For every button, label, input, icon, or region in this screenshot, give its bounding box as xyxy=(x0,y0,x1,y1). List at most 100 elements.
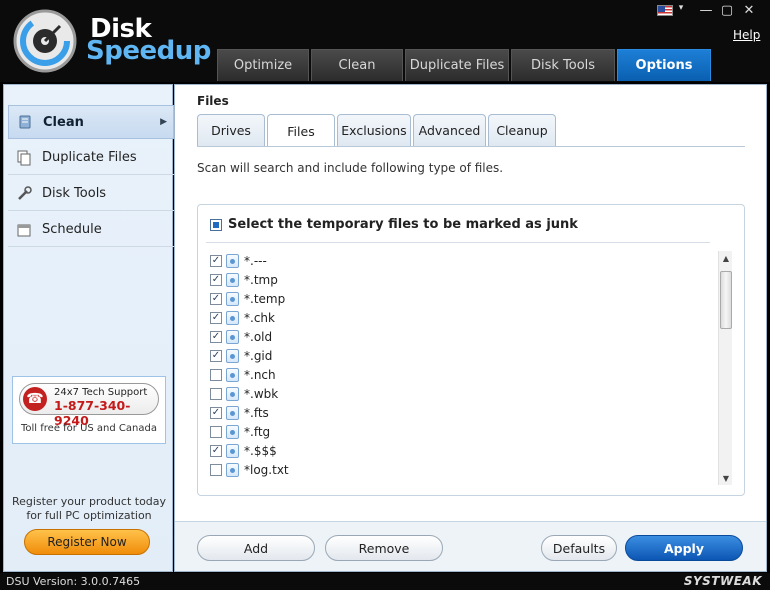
minimize-button[interactable]: — xyxy=(696,3,716,18)
company-logo: SYSTWEAK xyxy=(683,574,762,588)
sidebar-item-label: Duplicate Files xyxy=(42,150,137,165)
tech-support-badge: ☎ 24x7 Tech Support 1-877-340-9240 xyxy=(19,383,159,428)
file-type-icon xyxy=(226,348,239,363)
file-type-label: *.fts xyxy=(244,405,269,420)
list-item[interactable]: ✓ *.gid xyxy=(210,346,710,365)
sidebar-item-label: Schedule xyxy=(42,222,102,237)
support-label: 24x7 Tech Support xyxy=(54,387,148,398)
close-button[interactable]: ✕ xyxy=(738,3,760,18)
status-bar: DSU Version: 3.0.0.7465 SYSTWEAK xyxy=(0,573,770,590)
list-item[interactable]: *.ftg xyxy=(210,422,710,441)
sidebar-item-duplicate-files[interactable]: Duplicate Files xyxy=(8,141,174,175)
action-bar: Add Remove Defaults Apply xyxy=(175,521,766,571)
help-link[interactable]: Help xyxy=(733,28,760,42)
file-type-icon xyxy=(226,386,239,401)
file-type-icon xyxy=(226,272,239,287)
tab-exclusions[interactable]: Exclusions xyxy=(337,114,411,146)
tab-files[interactable]: Files xyxy=(267,114,335,147)
add-button[interactable]: Add xyxy=(197,535,315,561)
file-type-label: *.old xyxy=(244,329,273,344)
register-now-button[interactable]: Register Now xyxy=(24,529,150,555)
list-item[interactable]: *log.txt xyxy=(210,460,710,479)
file-type-label: *.chk xyxy=(244,310,275,325)
file-type-icon xyxy=(226,462,239,477)
sidebar-item-clean[interactable]: Clean ▶ xyxy=(8,105,174,139)
list-item[interactable]: ✓ *.chk xyxy=(210,308,710,327)
title-bar: Disk Speedup ▾ — ▢ ✕ Help Optimize Clean… xyxy=(0,0,770,82)
list-item[interactable]: *.wbk xyxy=(210,384,710,403)
apply-button[interactable]: Apply xyxy=(625,535,743,561)
file-type-checkbox[interactable] xyxy=(210,387,222,400)
file-type-checkbox[interactable]: ✓ xyxy=(210,406,222,419)
list-heading: Select the temporary files to be marked … xyxy=(210,217,578,232)
file-type-checkbox[interactable]: ✓ xyxy=(210,330,222,343)
tab-divider xyxy=(197,146,745,147)
tab-drives[interactable]: Drives xyxy=(197,114,265,146)
schedule-icon xyxy=(16,222,32,238)
defaults-button[interactable]: Defaults xyxy=(541,535,617,561)
file-type-icon xyxy=(226,291,239,306)
file-type-checkbox[interactable] xyxy=(210,425,222,438)
file-type-label: *.--- xyxy=(244,253,267,268)
tech-support-box: ☎ 24x7 Tech Support 1-877-340-9240 Toll … xyxy=(12,376,166,444)
list-item[interactable]: ✓ *.tmp xyxy=(210,270,710,289)
file-type-icon xyxy=(226,443,239,458)
tab-disk-tools[interactable]: Disk Tools xyxy=(511,49,615,81)
file-type-checkbox[interactable] xyxy=(210,368,222,381)
file-type-checkbox[interactable] xyxy=(210,463,222,476)
file-type-label: *.tmp xyxy=(244,272,278,287)
file-type-checkbox[interactable]: ✓ xyxy=(210,349,222,362)
chevron-right-icon: ▶ xyxy=(160,117,167,127)
list-item[interactable]: ✓ *.$$$ xyxy=(210,441,710,460)
file-type-checkbox[interactable]: ✓ xyxy=(210,254,222,267)
phone-icon: ☎ xyxy=(23,387,47,411)
list-item[interactable]: ✓ *.fts xyxy=(210,403,710,422)
file-type-checkbox[interactable]: ✓ xyxy=(210,292,222,305)
file-type-rows: ✓ *.--- ✓ *.tmp ✓ *.temp ✓ *.chk ✓ *.old ✓ *.gid *.n… xyxy=(210,251,710,485)
sidebar-item-schedule[interactable]: Schedule xyxy=(8,213,174,247)
tab-optimize[interactable]: Optimize xyxy=(217,49,309,81)
file-type-label: *log.txt xyxy=(244,462,289,477)
tab-clean[interactable]: Clean xyxy=(311,49,403,81)
list-divider xyxy=(206,242,710,243)
language-dropdown-icon[interactable]: ▾ xyxy=(676,3,686,13)
file-types-list: Select the temporary files to be marked … xyxy=(197,204,745,496)
tools-icon xyxy=(16,185,32,202)
description-text: Scan will search and include following t… xyxy=(197,161,504,175)
list-item[interactable]: ✓ *.old xyxy=(210,327,710,346)
register-promo-line2: for full PC optimization xyxy=(26,509,152,522)
file-type-label: *.ftg xyxy=(244,424,271,439)
register-promo-line1: Register your product today xyxy=(11,495,167,508)
file-type-label: *.wbk xyxy=(244,386,279,401)
disk-logo-icon xyxy=(13,9,77,73)
sidebar-item-label: Clean xyxy=(43,114,84,130)
maximize-button[interactable]: ▢ xyxy=(717,3,737,18)
list-item[interactable]: ✓ *.--- xyxy=(210,251,710,270)
sidebar-item-disk-tools[interactable]: Disk Tools xyxy=(8,177,174,211)
list-scrollbar[interactable]: ▲ ▼ xyxy=(718,251,732,485)
register-promo-text: Register your product today for full PC … xyxy=(4,495,174,523)
tab-duplicate-files[interactable]: Duplicate Files xyxy=(405,49,509,81)
scrollbar-thumb[interactable] xyxy=(720,271,732,329)
scroll-down-icon[interactable]: ▼ xyxy=(719,471,733,485)
list-item[interactable]: *.nch xyxy=(210,365,710,384)
file-type-checkbox[interactable]: ✓ xyxy=(210,311,222,324)
broom-icon xyxy=(17,114,33,130)
file-type-label: *.$$$ xyxy=(244,443,277,458)
tab-options[interactable]: Options xyxy=(617,49,711,81)
file-type-icon xyxy=(226,253,239,268)
tab-cleanup[interactable]: Cleanup xyxy=(488,114,556,146)
file-type-icon xyxy=(226,424,239,439)
scroll-up-icon[interactable]: ▲ xyxy=(719,251,733,265)
file-type-label: *.gid xyxy=(244,348,273,363)
select-all-checkbox[interactable] xyxy=(210,218,222,231)
tab-advanced[interactable]: Advanced xyxy=(413,114,486,146)
remove-button[interactable]: Remove xyxy=(325,535,443,561)
file-type-label: *.temp xyxy=(244,291,286,306)
duplicate-files-icon xyxy=(16,150,32,166)
list-item[interactable]: ✓ *.temp xyxy=(210,289,710,308)
file-type-checkbox[interactable]: ✓ xyxy=(210,444,222,457)
file-type-icon xyxy=(226,405,239,420)
us-flag-icon[interactable] xyxy=(657,5,673,16)
file-type-checkbox[interactable]: ✓ xyxy=(210,273,222,286)
